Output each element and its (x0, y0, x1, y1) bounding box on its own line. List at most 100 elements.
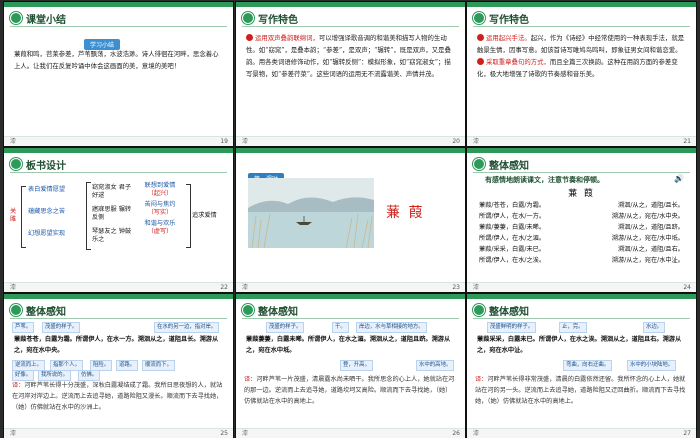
bullet-icon (473, 12, 485, 24)
footer-mark: 漆 (10, 138, 17, 145)
slide-header: 整体感知 (473, 156, 529, 172)
header-divider (242, 318, 459, 319)
board-col2: 窈窕淑女 君子好逑 寤寐思服 辗转反侧 琴瑟友之 钟鼓乐之 (92, 184, 132, 243)
number-bullet-icon (246, 34, 253, 41)
slide-thumbnail-26[interactable]: 整体感知 茂盛的样子。 干。 岸边，水与草相接的地方。 蒹葭萋萋，白露未晞。所谓… (236, 294, 465, 438)
slide-thumbnail-25[interactable]: 整体感知 芦苇。 茂盛的样子。 在水的另一边，指对岸。 蒹葭苍苍，白露为霜。所谓… (4, 294, 233, 438)
slide-topbar (236, 2, 465, 7)
footer-mark: 漆 (242, 284, 249, 291)
slide-thumbnail-19[interactable]: 课堂小结 学习小结 蒹葭和鸣，苕莱参差，芦苇飘荡，水波浩渺。诗人徘徊在河畔，思念… (4, 2, 233, 146)
board-side-title: 关雎 (10, 208, 17, 223)
slide-header: 整体感知 (10, 302, 66, 318)
poem-title: 蒹 葭 (386, 205, 425, 221)
slide-topbar (236, 148, 465, 153)
slide-topbar (4, 294, 233, 299)
footer-mark: 漆 (242, 430, 249, 437)
poem-text: 蒹葭苍苍，白露为霜。所谓伊人，在水一方。溯洄从之，道阻且长。溯游从之，宛在水中央… (14, 336, 219, 354)
footer-mark: 漆 (242, 138, 249, 145)
slide-topbar (236, 294, 465, 299)
slide-footer (467, 136, 696, 146)
annotation: 弯曲，向右迂曲。 (563, 360, 613, 371)
bullet-icon (10, 304, 22, 316)
board-col1: 表白爱情愿望 蕴藏思念之苦 幻想愿望实现 (28, 186, 66, 237)
footer-mark: 漆 (10, 284, 17, 291)
bullet-icon (473, 158, 485, 170)
number-bullet-icon (477, 34, 484, 41)
header-divider (473, 172, 690, 173)
slide-number: 23 (452, 284, 460, 291)
poem-text: 蒹葭萋萋，白露未晞。所谓伊人，在水之湄。溯洄从之，道阻且跻。溯游从之，宛在水中坻… (246, 336, 451, 354)
header-divider (473, 318, 690, 319)
slide-footer (4, 428, 233, 438)
annotation: 水中的小块陆地。 (627, 360, 677, 371)
board-col3: 联想到爱情 （起兴） 苦闷与焦灼 （写实） 和谐与欢乐 （虚写） (144, 182, 176, 235)
slide-thumbnail-24[interactable]: 整体感知 有感情地朗读课文，注意节奏和停顿。 🔊 蒹 葭 蒹葭/苍苍，白露/为霜… (467, 148, 696, 292)
slide-header: 写作特色 (242, 10, 298, 26)
slide-number: 19 (220, 138, 228, 145)
annotation: 干。 (332, 322, 349, 333)
slide-header: 板书设计 (10, 156, 66, 172)
slide-footer (4, 282, 233, 292)
bullet-icon (242, 304, 254, 316)
slide-thumbnail-27[interactable]: 整体感知 茂盛鲜明的样子。 止，完。 水边。 蒹葭采采，白露未已。所谓伊人，在水… (467, 294, 696, 438)
slide-text: 运用双声叠韵联绵词，可以增强译歌音调的和谐美和描写人物的生动性。如“窈窕”，是叠… (246, 34, 451, 78)
lake-landscape-image (248, 178, 374, 248)
slide-number: 20 (452, 138, 460, 145)
poem-lines: 蒹葭/苍苍，白露/为霜。 溯洄/从之，道阻/且长。 所谓/伊人，在水/一方。 溯游/… (479, 202, 684, 264)
slide-title: 整体感知 (489, 160, 529, 172)
translation-text: 译：河畔芦苇长得非常茂盛，清晨的白露依然还留。我所怀念的心上人，她就站在河的另一… (475, 376, 686, 405)
slide-thumbnail-20[interactable]: 写作特色 运用双声叠韵联绵词，可以增强译歌音调的和谐美和描写人物的生动性。如“窈… (236, 2, 465, 146)
slide-thumbnail-22[interactable]: 板书设计 关雎 表白爱情愿望 蕴藏思念之苦 幻想愿望实现 窈窕淑女 君子好逑 寤… (4, 148, 233, 292)
slide-footer (236, 282, 465, 292)
annotation: 止，完。 (559, 322, 587, 333)
slide-topbar (4, 148, 233, 153)
slide-title: 整体感知 (26, 306, 66, 318)
slide-title: 整体感知 (489, 306, 529, 318)
footer-mark: 漆 (473, 138, 480, 145)
annotation: 水边。 (643, 322, 666, 333)
annotation: 在水的另一边，指对岸。 (154, 322, 220, 333)
bullet-icon (10, 12, 22, 24)
slide-header: 整体感知 (242, 302, 298, 318)
poem-text: 蒹葭采采，白露未已。所谓伊人，在水之涘。溯洄从之，道阻且右。溯游从之，宛在水中沚… (477, 336, 682, 354)
header-divider (473, 26, 690, 27)
slide-title: 写作特色 (258, 14, 298, 26)
slide-topbar (467, 148, 696, 153)
speaker-icon[interactable]: 🔊 (674, 174, 684, 183)
slide-number: 24 (683, 284, 691, 291)
slide-text: 蒹葭和鸣，苕莱参差，芦苇飘荡，水波浩渺。诗人徘徊在河畔，思念着心上人。让我们在反… (14, 50, 219, 70)
slide-thumbnail-21[interactable]: 写作特色 运用起兴手法。起兴，作为《诗经》中经常使用的一种表现手法，就是触景生情… (467, 2, 696, 146)
annotation: 岸边，水与草相接的地方。 (356, 322, 427, 333)
poem-title: 蒹 葭 (568, 189, 595, 199)
slide-topbar (467, 2, 696, 7)
instruction-text: 有感情地朗读课文，注意节奏和停顿。 (485, 176, 604, 184)
annotation: 顺流而下。 (142, 360, 175, 371)
annotation: 茂盛的样子。 (42, 322, 81, 333)
footer-mark: 漆 (473, 430, 480, 437)
board-end: 追求爱情 (192, 212, 217, 219)
slide-number: 25 (220, 430, 228, 437)
translation-text: 译：河畔芦苇一片茂盛，清晨露水尚未晒干。我所思念的心上人，她就站在河的那一边。逆… (244, 376, 455, 405)
slide-number: 21 (683, 138, 691, 145)
slide-title: 板书设计 (26, 160, 66, 172)
slide-footer (236, 136, 465, 146)
slide-text: 运用起兴手法。起兴，作为《诗经》中经常使用的一种表现手法，就是触景生情，因事写意… (477, 34, 685, 78)
slide-number: 27 (683, 430, 691, 437)
header-divider (10, 172, 227, 173)
annotation: 茂盛的样子。 (266, 322, 305, 333)
footer-mark: 漆 (10, 430, 17, 437)
bullet-icon (10, 158, 22, 170)
slide-thumbnail-23[interactable]: 第一课时 蒹 葭 漆 23 (236, 148, 465, 292)
slide-topbar (4, 2, 233, 7)
annotation: 芦苇。 (12, 322, 35, 333)
slide-header: 整体感知 (473, 302, 529, 318)
header-divider (242, 26, 459, 27)
header-divider (10, 318, 227, 319)
annotation: 茂盛鲜明的样子。 (487, 322, 537, 333)
annotation: 道路。 (116, 360, 139, 371)
brace (21, 186, 26, 248)
slide-footer (4, 136, 233, 146)
annotation: 登，升高。 (340, 360, 373, 371)
slide-number: 22 (220, 284, 228, 291)
slide-header: 写作特色 (473, 10, 529, 26)
